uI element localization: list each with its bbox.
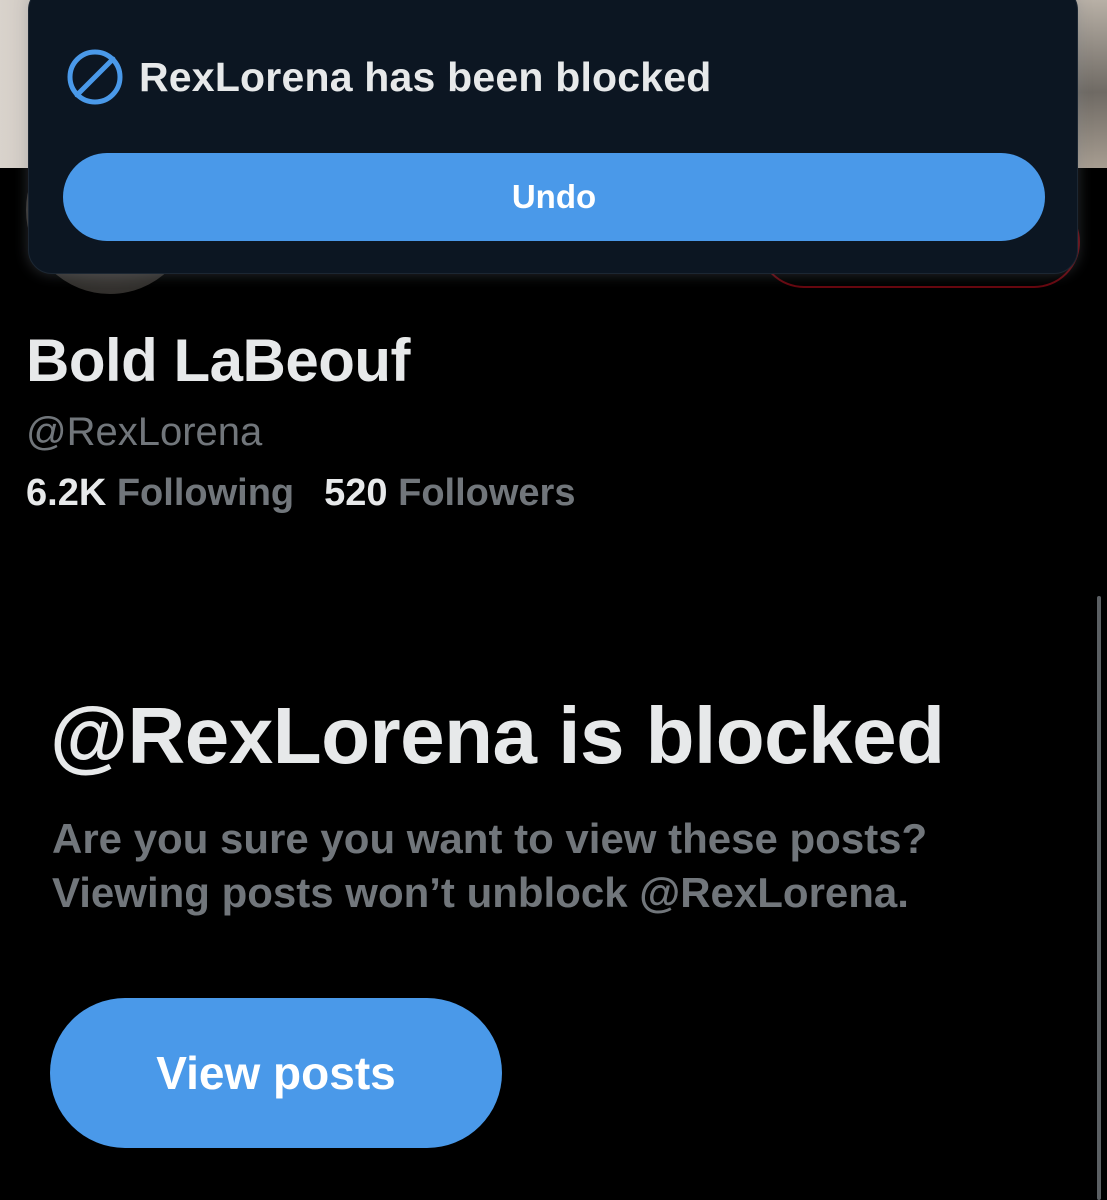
blocked-description-line-2: Viewing posts won’t unblock @RexLorena. [52, 869, 909, 916]
scrollbar[interactable] [1097, 596, 1101, 1200]
followers-count: 520 [324, 472, 388, 514]
follow-stats: 6.2K Following 520 Followers [26, 472, 575, 515]
followers-label: Followers [398, 472, 576, 514]
profile-handle: @RexLorena [26, 410, 263, 454]
blocked-description: Are you sure you want to view these post… [52, 812, 1042, 920]
following-label: Following [116, 472, 295, 514]
toast-message-row: RexLorena has been blocked [65, 47, 712, 107]
blocked-toast: RexLorena has been blocked Undo [28, 0, 1078, 274]
block-icon [65, 47, 125, 107]
undo-button[interactable]: Undo [63, 153, 1045, 241]
display-name: Bold LaBeouf [26, 327, 410, 394]
view-posts-button[interactable]: View posts [50, 998, 502, 1148]
toast-message: RexLorena has been blocked [139, 53, 712, 100]
following-link[interactable]: 6.2K Following [26, 472, 294, 515]
blocked-description-line-1: Are you sure you want to view these post… [52, 815, 928, 862]
following-count: 6.2K [26, 472, 107, 514]
profile-screen: RexLorena has been blocked Undo Bold LaB… [0, 0, 1107, 1200]
blocked-title: @RexLorena is blocked [50, 691, 945, 780]
followers-link[interactable]: 520 Followers [324, 472, 575, 515]
